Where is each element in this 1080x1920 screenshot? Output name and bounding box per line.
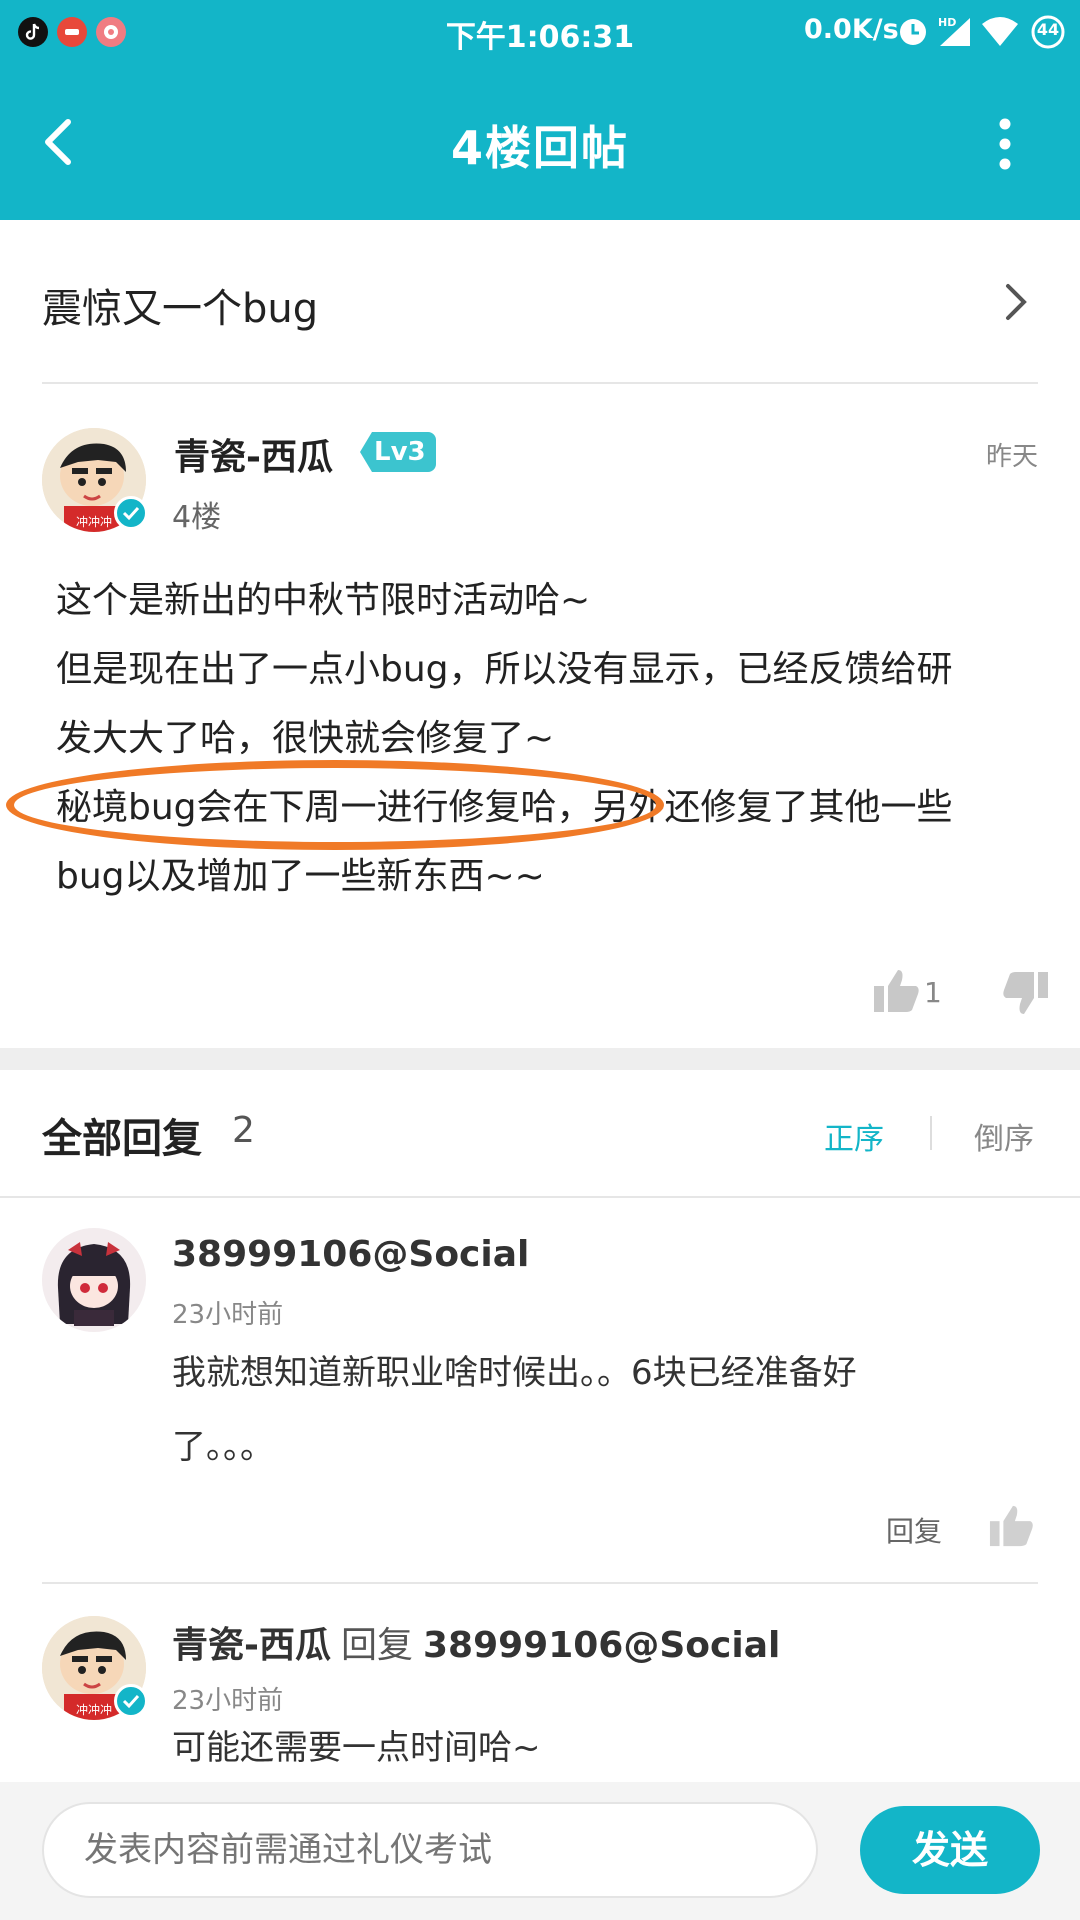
reply-button[interactable]: 回复 bbox=[886, 1510, 942, 1550]
reply-author[interactable]: 青瓷-西瓜 bbox=[172, 1625, 331, 1666]
sort-descending-tab[interactable]: 倒序 bbox=[974, 1114, 1034, 1158]
thumbs-up-icon[interactable] bbox=[988, 1502, 1036, 1548]
reply-line: 了。。。 bbox=[172, 1427, 274, 1467]
alarm-icon bbox=[896, 14, 930, 52]
send-button[interactable]: 发送 bbox=[860, 1806, 1040, 1894]
thumbs-up-icon[interactable] bbox=[872, 966, 922, 1014]
reply-time: 23小时前 bbox=[172, 1300, 284, 1330]
signal-hd-icon: HD bbox=[936, 14, 974, 52]
level-badge: Lv3 bbox=[360, 432, 436, 472]
replies-count: 2 bbox=[232, 1110, 255, 1151]
like-count: 1 bbox=[924, 976, 942, 1009]
battery-level: 44 bbox=[1036, 20, 1060, 39]
post-time: 昨天 bbox=[986, 442, 1039, 472]
replies-heading: 全部回复 bbox=[42, 1116, 202, 1162]
verified-badge-icon bbox=[114, 496, 148, 530]
post-line: 这个是新出的中秋节限时活动哈~ bbox=[56, 580, 591, 621]
more-vertical-icon[interactable] bbox=[985, 116, 1025, 172]
divider bbox=[930, 1116, 932, 1150]
chevron-right-icon bbox=[1000, 280, 1032, 324]
network-speed: 0.0K/s bbox=[804, 14, 899, 45]
reply-word: 回复 bbox=[340, 1625, 413, 1666]
reply-text: 可能还需要一点时间哈~ bbox=[172, 1728, 541, 1768]
verified-badge-icon bbox=[114, 1684, 148, 1718]
reply-author[interactable]: 38999106@Social bbox=[172, 1234, 529, 1275]
reply-line: 我就想知道新职业啥时候出。。6块已经准备好 bbox=[172, 1353, 857, 1393]
sort-ascending-tab[interactable]: 正序 bbox=[824, 1114, 884, 1158]
avatar[interactable] bbox=[42, 1228, 146, 1332]
comment-input[interactable] bbox=[42, 1802, 818, 1898]
post-line: 发大大了哈，很快就会修复了~ bbox=[56, 718, 555, 759]
divider bbox=[0, 1196, 1080, 1198]
composer-bar: 发送 bbox=[0, 1782, 1080, 1920]
battery-icon: 44 bbox=[1030, 14, 1066, 54]
svg-text:HD: HD bbox=[938, 16, 956, 29]
thread-title-row[interactable]: 震惊又一个bug bbox=[0, 220, 1080, 383]
post-body: 这个是新出的中秋节限时活动哈~ 但是现在出了一点小bug，所以没有显示，已经反馈… bbox=[56, 566, 1036, 911]
reply-author-line: 青瓷-西瓜 回复 38999106@Social bbox=[172, 1616, 780, 1668]
post-floor: 4楼 bbox=[172, 500, 222, 535]
post-line: 但是现在出了一点小bug，所以没有显示，已经反馈给研 bbox=[56, 649, 953, 690]
status-bar: 下午1:06:31 0.0K/s HD 44 bbox=[0, 0, 1080, 64]
thread-title: 震惊又一个bug bbox=[42, 286, 319, 332]
reply-time: 23小时前 bbox=[172, 1686, 284, 1716]
wifi-icon bbox=[980, 14, 1020, 52]
divider bbox=[42, 382, 1038, 384]
thumbs-down-icon[interactable] bbox=[1002, 970, 1050, 1018]
page-title: 4楼回帖 bbox=[450, 121, 629, 175]
svg-text:冲冲冲: 冲冲冲 bbox=[76, 1702, 112, 1717]
reply-target[interactable]: 38999106@Social bbox=[423, 1625, 780, 1666]
section-separator bbox=[0, 1048, 1080, 1070]
highlight-ellipse bbox=[6, 760, 664, 850]
post-line: bug以及增加了一些新东西~~ bbox=[56, 856, 545, 897]
post-author[interactable]: 青瓷-西瓜 bbox=[174, 428, 333, 480]
reply-text: 我就想知道新职业啥时候出。。6块已经准备好 了。。。 bbox=[172, 1336, 992, 1484]
svg-text:冲冲冲: 冲冲冲 bbox=[76, 514, 112, 529]
app-header: 4楼回帖 bbox=[0, 64, 1080, 220]
divider bbox=[42, 1582, 1038, 1584]
